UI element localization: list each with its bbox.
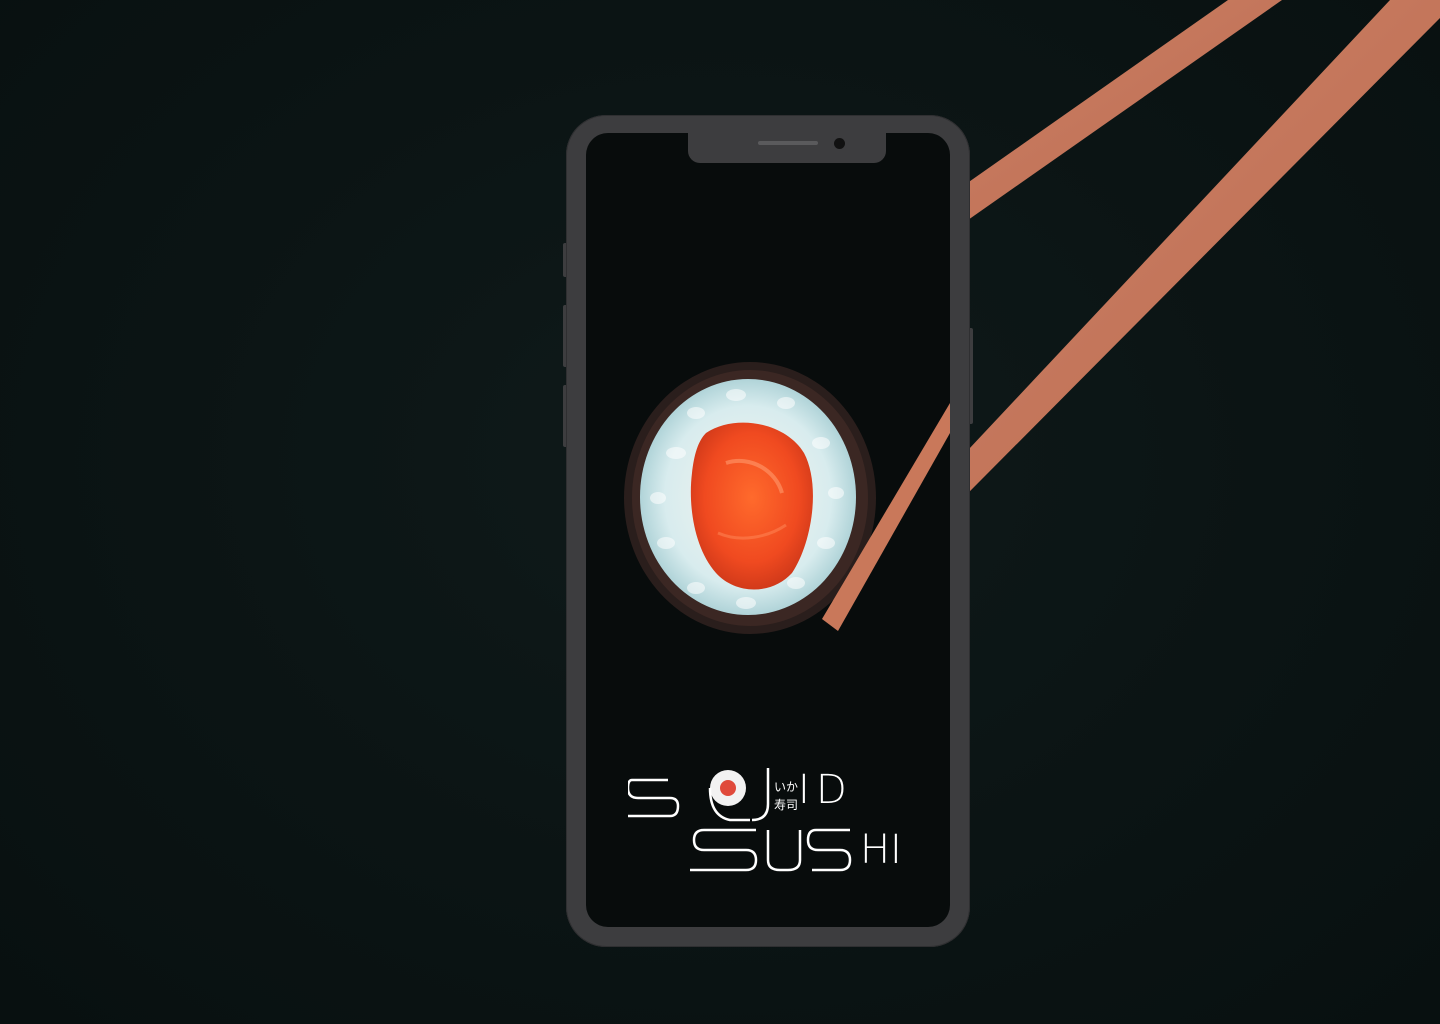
camera-icon [834, 138, 845, 149]
logo-kana: いか [774, 780, 799, 794]
phone-notch [688, 133, 886, 163]
speaker-grille [758, 141, 818, 145]
sushi-logo-icon [708, 770, 750, 822]
phone-frame: I D H I いか 寿司 [566, 115, 970, 947]
app-logo: I D H I いか 寿司 [628, 768, 928, 888]
background-scene: I D H I いか 寿司 [0, 0, 1440, 1024]
splash-screen: I D H I いか 寿司 [586, 133, 950, 927]
logo-letter-i: I [798, 767, 810, 813]
logo-letter-h: H [860, 827, 891, 873]
logo-letter-i2: I [890, 827, 902, 873]
logo-kanji: 寿司 [774, 798, 799, 812]
logo-letter-d: D [816, 767, 847, 813]
